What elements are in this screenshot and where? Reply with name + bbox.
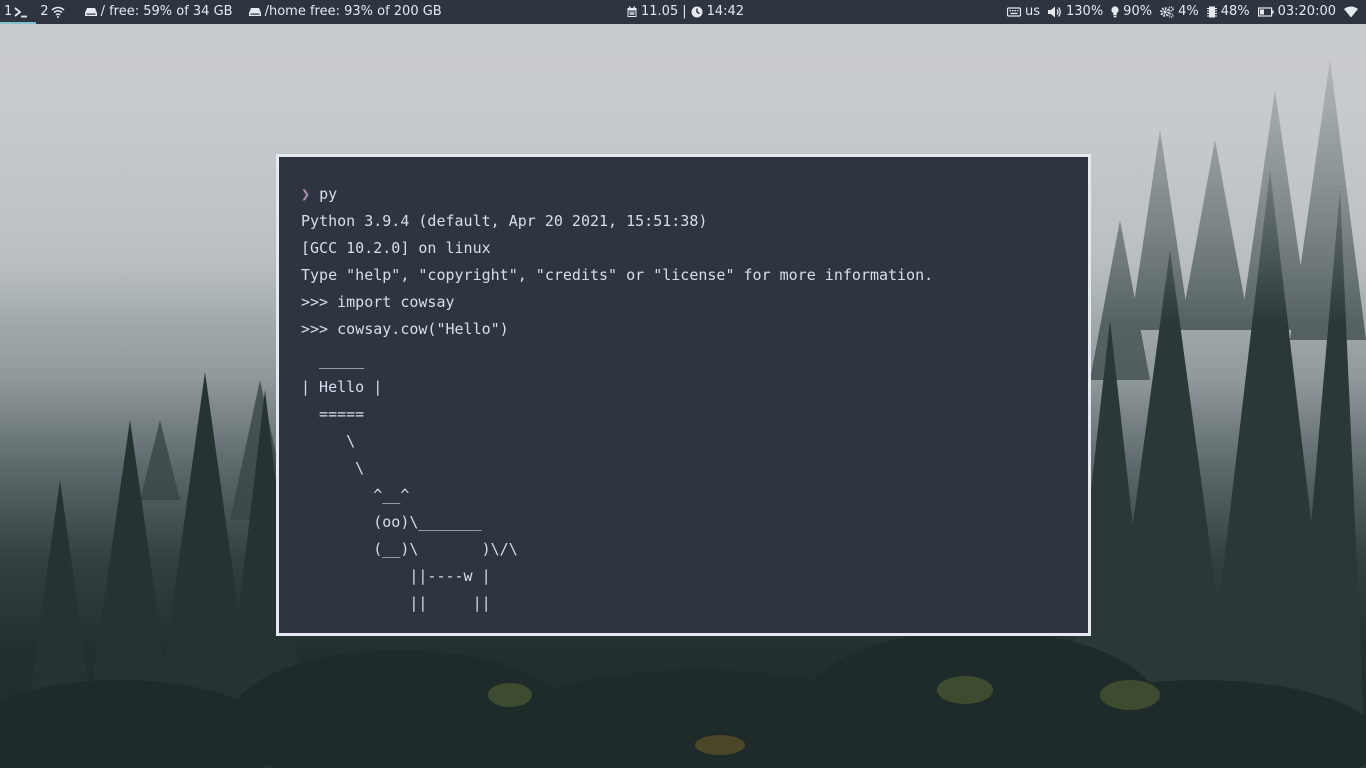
disk-home-status: /home free: 93% of 200 GB <box>248 0 442 24</box>
repl-input-line: >>> cowsay.cow("Hello") <box>301 320 509 338</box>
cow-line: \ <box>301 432 356 450</box>
calendar-icon <box>627 6 637 17</box>
status-bar-center: 11.05 | 14:42 <box>627 0 744 24</box>
cow-line: _____ <box>301 351 365 369</box>
time-text: 14:42 <box>706 4 745 19</box>
cow-line: (oo)\_______ <box>301 513 482 531</box>
cpu-status: 4% <box>1160 0 1199 24</box>
lightbulb-icon <box>1111 6 1119 18</box>
workspace-2-button[interactable]: 2 <box>36 0 72 24</box>
battery-icon <box>1257 7 1274 17</box>
brightness-status[interactable]: 90% <box>1111 0 1152 24</box>
volume-text: 130% <box>1066 4 1104 19</box>
date-text: 11.05 <box>641 4 679 19</box>
wifi-icon <box>51 6 65 18</box>
clock-icon <box>691 6 703 18</box>
separator: | <box>682 4 687 19</box>
cowsay-output: _____ | Hello | ===== \ \ ^__^ (oo)\____… <box>301 349 1088 619</box>
wifi-signal-icon <box>1344 6 1358 18</box>
cow-line: ===== <box>301 405 365 423</box>
status-bar-right: us 130% 90% 4% 48% 03:20:00 <box>999 0 1358 24</box>
status-bar-left: 1 2 / free: 59% of 34 GB /home free: 93%… <box>0 0 442 24</box>
hard-drive-icon <box>248 8 261 16</box>
keyboard-layout-status[interactable]: us <box>1006 0 1040 24</box>
volume-icon <box>1048 6 1061 18</box>
prompt-line: ❯ py <box>301 183 1088 210</box>
disk-root-status: / free: 59% of 34 GB <box>84 0 233 24</box>
cow-line: (__)\ )\/\ <box>301 540 518 558</box>
memory-icon <box>1206 6 1217 18</box>
wifi-status[interactable] <box>1344 6 1358 18</box>
volume-status[interactable]: 130% <box>1048 0 1103 24</box>
cow-line: ||----w | <box>301 567 491 585</box>
prompt-symbol: ❯ <box>301 185 311 203</box>
cow-line: | Hello | <box>301 378 383 396</box>
cow-line: \ <box>301 459 365 477</box>
repl-input-line: >>> import cowsay <box>301 293 455 311</box>
cpu-text: 4% <box>1178 4 1199 19</box>
workspace-number: 2 <box>40 4 49 19</box>
workspace-number: 1 <box>4 4 13 19</box>
cow-line: ^__^ <box>301 486 410 504</box>
battery-status[interactable]: 03:20:00 <box>1257 0 1336 24</box>
terminal-window[interactable]: ❯ py Python 3.9.4 (default, Apr 20 2021,… <box>276 154 1091 636</box>
command-text: py <box>319 185 338 203</box>
date-status[interactable]: 11.05 <box>627 0 678 24</box>
memory-status: 48% <box>1206 0 1250 24</box>
keyboard-icon <box>1006 7 1021 17</box>
cow-line: || || <box>301 594 491 612</box>
output-line: [GCC 10.2.0] on linux <box>301 239 491 257</box>
gears-icon <box>1160 6 1174 18</box>
time-status[interactable]: 14:42 <box>691 0 744 24</box>
keyboard-layout-text: us <box>1024 4 1040 19</box>
battery-text: 03:20:00 <box>1277 4 1336 19</box>
hard-drive-icon <box>84 8 97 16</box>
disk-root-text: / free: 59% of 34 GB <box>100 4 233 19</box>
status-bar: 1 2 / free: 59% of 34 GB /home free: 93%… <box>0 0 1366 24</box>
disk-home-text: /home free: 93% of 200 GB <box>264 4 442 19</box>
terminal-icon <box>14 7 28 18</box>
output-line: Type "help", "copyright", "credits" or "… <box>301 266 934 284</box>
memory-text: 48% <box>1220 4 1250 19</box>
workspace-1-button[interactable]: 1 <box>0 0 37 24</box>
brightness-text: 90% <box>1123 4 1153 19</box>
output-line: Python 3.9.4 (default, Apr 20 2021, 15:5… <box>301 212 708 230</box>
